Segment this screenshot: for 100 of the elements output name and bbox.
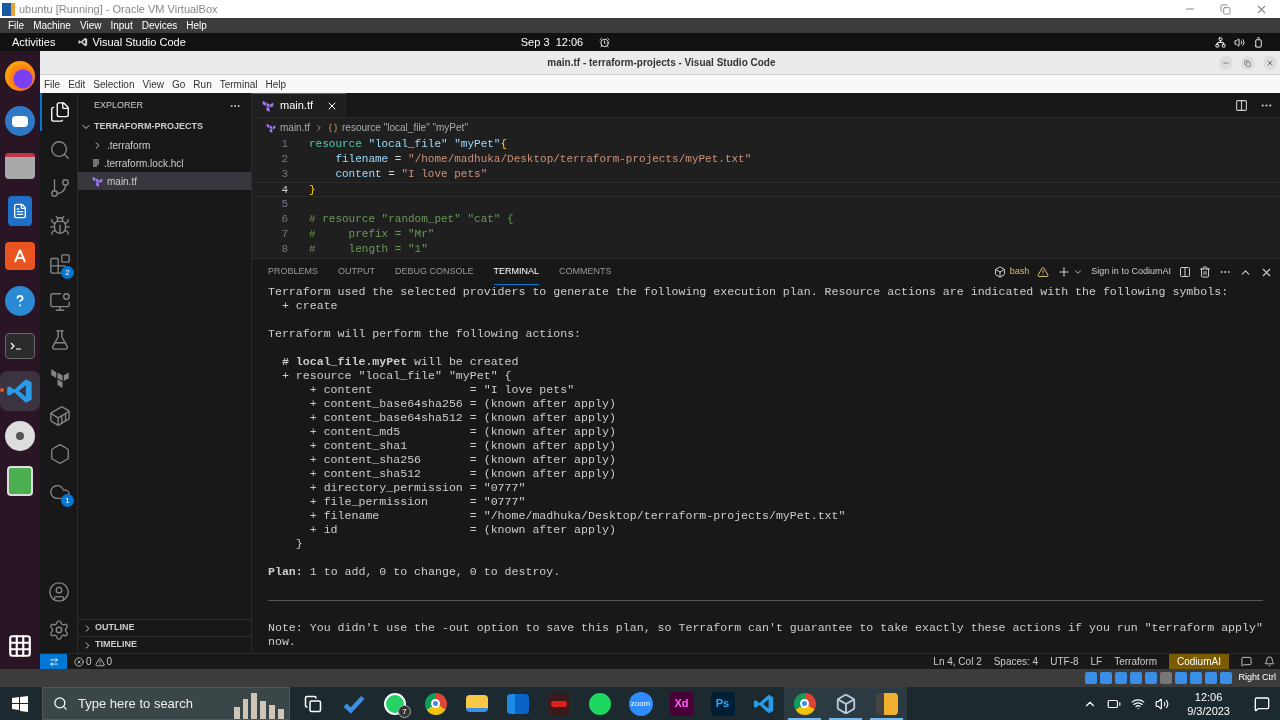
activity-button[interactable]: 2 [40,245,78,283]
volume-icon[interactable] [1155,696,1170,711]
code-line: filename = "/home/madhuka/Desktop/terraform-projects/myPet.txt" [334,152,752,167]
terminal-line: + filename = "/home/madhuka/Desktop/terraform-projects/myPet.txt" [308,509,847,523]
container-icon [49,405,71,427]
settings-icon[interactable] [47,619,70,641]
status-item[interactable]: LF [1090,654,1103,669]
folder-name[interactable]: TERRAFORM-PROJECTS [94,120,203,134]
hexagon-icon [49,443,71,465]
cube-icon[interactable] [834,692,857,715]
taskbar-app-button[interactable]: Xd [661,687,702,720]
clock-date[interactable]: 9/3/2023 [1187,703,1230,718]
close-button[interactable] [1262,56,1277,70]
notifications-icon[interactable] [1263,656,1275,667]
activities-button[interactable]: Activities [12,33,56,51]
new-terminal-icon[interactable] [1057,265,1072,279]
panel-tab[interactable]: COMMENTS [559,259,612,285]
taskbar-app-button[interactable]: 7 [374,687,415,720]
status-item[interactable]: Spaces: 4 [993,654,1039,669]
editor-tab[interactable]: main.tf [252,93,346,117]
device-status-icons-drawing[interactable] [1084,671,1235,685]
breadcrumb-item[interactable]: main.tf [280,120,310,135]
menu-item[interactable]: View [142,76,164,92]
menu-item[interactable]: Run [193,76,212,92]
app-grid-icon[interactable] [7,633,33,659]
folder-icon[interactable] [465,695,488,712]
menu-item[interactable]: Help [186,18,207,33]
wifi-icon[interactable] [1131,696,1146,711]
section-header[interactable]: OUTLINE [78,619,251,636]
notifications-icon[interactable] [1254,695,1270,712]
menu-item[interactable]: Go [172,76,186,92]
menu-item[interactable]: Input [110,18,133,33]
app-icon [2,2,15,16]
line-number: 8 [280,242,288,257]
status-item[interactable]: Ln 4, Col 2 [933,654,982,669]
document-icon[interactable] [8,196,32,226]
virtual-machine-icon[interactable] [875,692,898,715]
network-icon[interactable] [1215,36,1226,48]
file-tree-item[interactable]: main.tf [78,172,251,190]
menu-item[interactable]: Machine [33,18,71,33]
taskbar-app-button[interactable]: Ps [702,687,743,720]
app-logo[interactable]: Ps [710,691,735,716]
volume-icon[interactable] [1234,36,1245,48]
sign-in-link[interactable]: Sign in to CodiumAI [1091,265,1171,279]
app-logo[interactable]: Xd [669,691,694,716]
split-terminal-icon[interactable] [1178,266,1191,278]
code-editor-icon[interactable] [752,692,775,715]
clock-time[interactable]: 12:06 [1194,689,1223,704]
panel-tab[interactable]: TERMINAL [493,258,540,286]
terminal-line: now. [268,635,297,649]
menu-item[interactable]: View [79,18,102,33]
store-icon[interactable] [5,242,35,270]
activity-button[interactable]: 1 [40,473,78,511]
chat-bubble-icon[interactable] [383,692,406,715]
search-field[interactable]: Type here to search [42,687,290,720]
shell-name[interactable]: bash [1009,265,1030,279]
file-tree-item[interactable]: .terraform.lock.hcl [78,154,251,172]
browser-icon[interactable] [793,692,816,715]
split-editor-icon[interactable] [1234,98,1248,112]
line-number: 2 [280,152,288,167]
menu-item[interactable]: File [8,18,25,33]
status-item[interactable]: Terraform [1114,654,1157,669]
chevron-down-icon[interactable] [1073,267,1084,277]
account-icon[interactable] [47,581,70,603]
panel-tab[interactable]: PROBLEMS [268,259,318,285]
panel-tab[interactable]: DEBUG CONSOLE [395,259,474,285]
menu-item[interactable]: Selection [93,76,135,92]
task-view-icon[interactable] [303,694,322,713]
status-item[interactable]: UTF-8 [1050,654,1079,669]
music-icon[interactable] [588,692,611,715]
app-logo-icon[interactable] [547,692,570,715]
firefox-icon[interactable] [5,61,35,91]
restore-button[interactable] [1240,56,1255,70]
menu-item[interactable]: Help [265,76,287,92]
menu-item[interactable]: File [44,76,61,92]
window-title: main.tf - terraform-projects - Visual Studio Code [547,56,776,70]
file-tree-item[interactable]: .terraform [78,136,251,154]
windows-logo-icon[interactable] [12,695,28,712]
feedback-icon[interactable] [1240,656,1252,667]
terminal-line: Terraform used the selected providers to generate the following execution plan. Resource actions are indicated with the following symbols: [268,285,1230,299]
line-number: 5 [280,197,288,212]
taskbar-app-button[interactable] [784,687,825,720]
codium-status[interactable]: CodiumAI [1169,654,1229,669]
help-icon[interactable] [5,286,35,316]
active-indicator [870,718,903,720]
restore-icon [1244,59,1252,67]
mail-icon[interactable] [5,106,35,136]
battery-icon[interactable] [1253,36,1264,48]
terminal-icon[interactable] [5,333,35,359]
code-editor-icon[interactable] [6,377,34,405]
error-count[interactable]: 0 [86,654,92,669]
menu-item[interactable]: Devices [141,18,178,33]
breadcrumb-item[interactable]: resource "local_file" "myPet" [342,120,468,135]
menu-item[interactable]: Edit [68,76,86,92]
browser-icon[interactable] [424,692,447,715]
warning-count[interactable]: 0 [106,654,113,669]
taskbar-app-button[interactable] [866,687,907,720]
panel-tab[interactable]: OUTPUT [338,259,375,285]
menu-item[interactable]: Terminal [219,76,258,92]
clock[interactable]: Sep 3 12:06 [520,33,584,51]
